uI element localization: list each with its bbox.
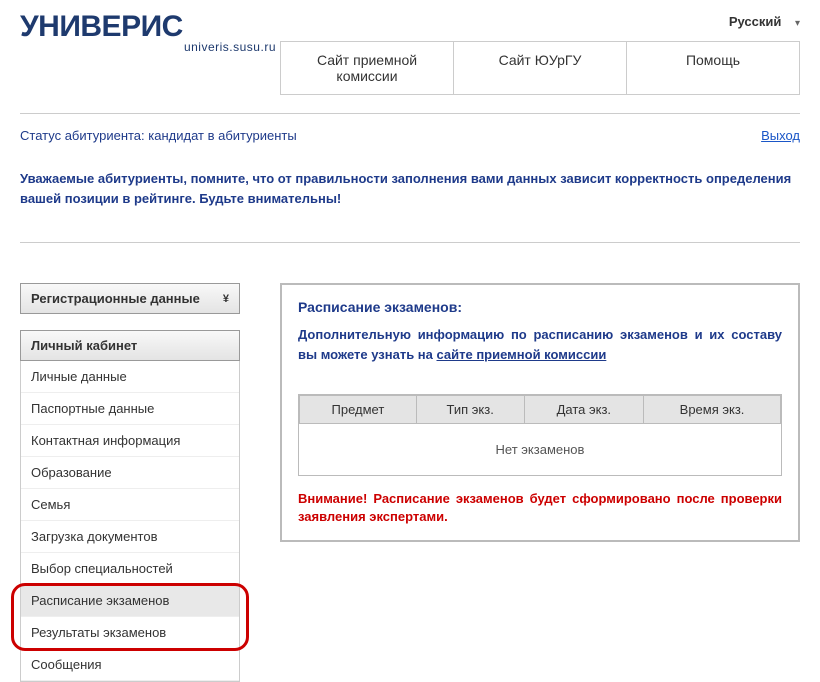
warning-text: Внимание! Расписание экзаменов будет сфо… [298,490,782,526]
sidebar-item-documents[interactable]: Загрузка документов [21,521,239,553]
language-label: Русский [729,14,782,29]
language-selector[interactable]: Русский ▾ [280,10,800,37]
registration-data-label: Регистрационные данные [31,291,200,306]
logout-link[interactable]: Выход [761,128,800,143]
sidebar-item-passport[interactable]: Паспортные данные [21,393,239,425]
sidebar-item-messages[interactable]: Сообщения [21,649,239,681]
sidebar-item-contact[interactable]: Контактная информация [21,425,239,457]
sidebar-item-specialties[interactable]: Выбор специальностей [21,553,239,585]
sidebar-item-education[interactable]: Образование [21,457,239,489]
notice-text: Уважаемые абитуриенты, помните, что от п… [20,155,800,212]
nav-admissions-site[interactable]: Сайт приемной комиссии [281,42,454,94]
sidebar-menu: Личные данные Паспортные данные Контактн… [20,361,240,682]
applicant-status: Статус абитуриента: кандидат в абитуриен… [20,128,297,143]
sidebar-item-personal[interactable]: Личные данные [21,361,239,393]
logo: УНИВЕРИС univeris.susu.ru [20,10,280,54]
panel-info: Дополнительную информацию по расписанию … [298,325,782,364]
no-exams-message: Нет экзаменов [300,424,781,476]
sidebar: Регистрационные данные ¥ Личный кабинет … [20,283,240,682]
nav-susu-site[interactable]: Сайт ЮУрГУ [454,42,627,94]
chevron-down-icon: ▾ [795,18,800,29]
sidebar-item-exam-schedule[interactable]: Расписание экзаменов [21,585,239,617]
panel-title: Расписание экзаменов: [298,299,782,315]
exam-table: Предмет Тип экз. Дата экз. Время экз. Не… [298,394,782,476]
exam-schedule-panel: Расписание экзаменов: Дополнительную инф… [280,283,800,542]
sidebar-menu-header: Личный кабинет [20,330,240,361]
col-exam-type: Тип экз. [416,396,524,424]
sidebar-item-family[interactable]: Семья [21,489,239,521]
divider [20,242,800,243]
col-exam-time: Время экз. [644,396,781,424]
double-chevron-down-icon: ¥ [223,293,229,305]
content-area: Расписание экзаменов: Дополнительную инф… [280,283,800,682]
admissions-site-link[interactable]: сайте приемной комиссии [437,347,607,362]
logo-text: УНИВЕРИС [20,10,280,44]
sidebar-item-exam-results[interactable]: Результаты экзаменов [21,617,239,649]
divider [20,113,800,114]
registration-data-button[interactable]: Регистрационные данные ¥ [20,283,240,314]
col-subject: Предмет [300,396,417,424]
main-nav: Сайт приемной комиссии Сайт ЮУрГУ Помощь [280,41,800,95]
nav-help[interactable]: Помощь [627,42,799,94]
col-exam-date: Дата экз. [524,396,644,424]
